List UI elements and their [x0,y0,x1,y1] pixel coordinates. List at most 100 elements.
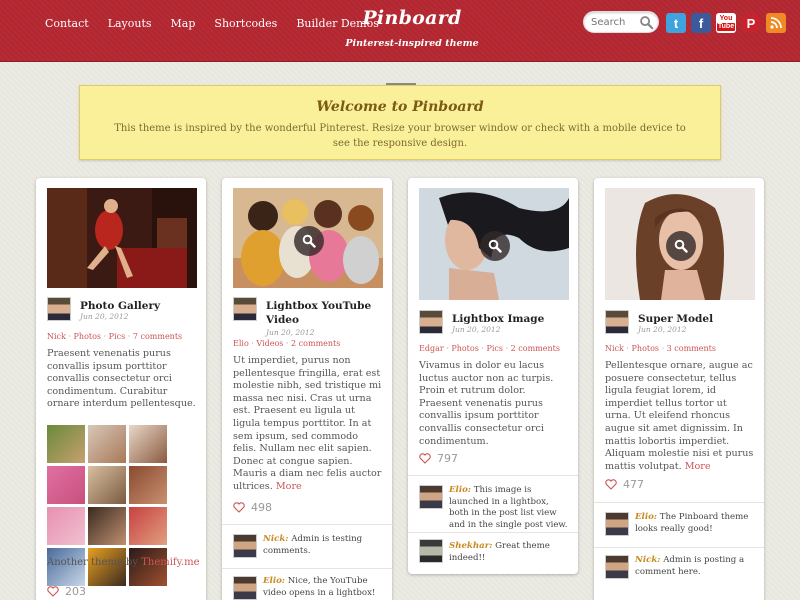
divider [408,475,578,476]
post-card-photo-gallery: Photo Gallery Jun 20, 2012 Nick · Photos… [36,178,206,600]
gallery-thumb[interactable] [47,507,85,545]
search-icon[interactable] [639,15,654,30]
post-meta: Nick · Photos · 3 comments [605,344,716,353]
nav-map[interactable]: Map [171,17,196,30]
post-date: Jun 20, 2012 [266,328,315,337]
post-category[interactable]: Pics [486,344,503,353]
post-author[interactable]: Elio [233,339,249,348]
post-title[interactable]: Super Model [638,312,758,326]
comment-item: Elio: The Pinboard theme looks really go… [605,512,757,544]
likes[interactable]: 797 [419,452,458,465]
post-comments-count[interactable]: 7 comments [133,332,182,341]
avatar[interactable] [47,297,71,321]
welcome-box: Welcome to Pinboard This theme is inspir… [79,83,721,160]
comment-text: Elio: Nice, the YouTube video opens in a… [263,576,385,599]
post-category[interactable]: Pics [109,332,126,341]
gallery-thumb[interactable] [47,425,85,463]
comment-author[interactable]: Shekhar: [449,541,492,551]
comment-avatar[interactable] [419,539,443,563]
comment-author[interactable]: Nick: [263,534,288,544]
comment-avatar[interactable] [605,512,629,536]
gallery-thumb[interactable] [88,425,126,463]
post-comments-count[interactable]: 2 comments [291,339,340,348]
avatar[interactable] [419,310,443,334]
post-author[interactable]: Edgar [419,344,444,353]
search-input[interactable] [591,15,639,30]
likes-count: 797 [437,452,458,465]
post-image[interactable] [47,188,197,288]
comment-text: Elio: This image is launched in a lightb… [449,485,571,531]
gallery-thumb[interactable] [129,425,167,463]
nav-layouts[interactable]: Layouts [108,17,152,30]
theme-credit-text: Another theme by [47,557,142,568]
heart-icon[interactable] [419,453,431,464]
avatar[interactable] [233,297,257,321]
gallery-thumb[interactable] [129,466,167,504]
post-excerpt: Ut imperdiet, purus non pellentesque fri… [233,355,383,494]
facebook-icon[interactable]: f [691,13,711,33]
pinterest-icon[interactable]: P [741,13,761,33]
post-comments-count[interactable]: 2 comments [511,344,560,353]
welcome-divider [386,83,416,85]
post-title[interactable]: Photo Gallery [80,299,200,313]
likes[interactable]: 203 [47,585,86,598]
gallery-thumb[interactable] [129,507,167,545]
comment-avatar[interactable] [233,576,257,600]
gallery-thumb[interactable] [47,466,85,504]
comment-avatar[interactable] [233,534,257,558]
site-logo[interactable]: Pinboard [357,7,467,29]
more-link[interactable]: More [685,461,711,472]
youtube-icon[interactable]: You Tube [716,13,736,33]
post-author[interactable]: Nick [605,344,624,353]
post-category[interactable]: Videos [256,339,283,348]
zoom-icon[interactable] [480,231,510,261]
divider [408,532,578,533]
gallery-thumb[interactable] [88,507,126,545]
comment-item: Nick: Admin is posting a comment here. [605,555,757,587]
likes-count: 203 [65,585,86,598]
comment-author[interactable]: Elio: [263,576,285,586]
post-comments-count[interactable]: 3 comments [667,344,716,353]
zoom-icon[interactable] [666,231,696,261]
gallery-thumb[interactable] [88,466,126,504]
heart-icon[interactable] [605,479,617,490]
likes[interactable]: 477 [605,478,644,491]
more-link[interactable]: More [276,481,302,492]
likes[interactable]: 498 [233,501,272,514]
post-title[interactable]: Lightbox Image [452,312,572,326]
post-author[interactable]: Nick [47,332,66,341]
post-meta: Edgar · Photos · Pics · 2 comments [419,344,560,353]
comment-author[interactable]: Nick: [635,555,660,565]
divider [222,524,392,525]
comment-item: Elio: This image is launched in a lightb… [419,485,571,530]
likes-count: 498 [251,501,272,514]
divider [594,502,764,503]
post-excerpt-text: Ut imperdiet, purus non pellentesque fri… [233,355,382,492]
comment-avatar[interactable] [605,555,629,579]
post-card-super-model: Super Model Jun 20, 2012 Nick · Photos ·… [594,178,764,600]
divider [222,568,392,569]
nav-shortcodes[interactable]: Shortcodes [214,17,277,30]
post-category[interactable]: Photos [74,332,102,341]
comment-text: Nick: Admin is testing comments. [263,534,385,557]
themify-link[interactable]: Themify.me [141,557,199,568]
comment-text: Nick: Admin is posting a comment here. [635,555,757,578]
zoom-icon[interactable] [294,226,324,256]
post-date: Jun 20, 2012 [80,312,129,321]
post-category[interactable]: Photos [451,344,479,353]
post-title[interactable]: Lightbox YouTube Video [266,299,386,327]
nav-contact[interactable]: Contact [45,17,89,30]
comment-item: Shekhar: Great theme indeed!! [419,539,571,571]
heart-icon[interactable] [233,502,245,513]
comment-avatar[interactable] [419,485,443,509]
comment-item: Nick: Admin is testing comments. [233,534,385,566]
avatar[interactable] [605,310,629,334]
rss-icon[interactable] [766,13,786,33]
post-card-youtube-video: Lightbox YouTube Video Jun 20, 2012 Elio… [222,178,392,600]
heart-icon[interactable] [47,586,59,597]
post-category[interactable]: Photos [632,344,660,353]
post-date: Jun 20, 2012 [638,325,687,334]
comment-author[interactable]: Elio: [635,512,657,522]
comment-author[interactable]: Elio: [449,485,471,495]
twitter-icon[interactable]: t [666,13,686,33]
